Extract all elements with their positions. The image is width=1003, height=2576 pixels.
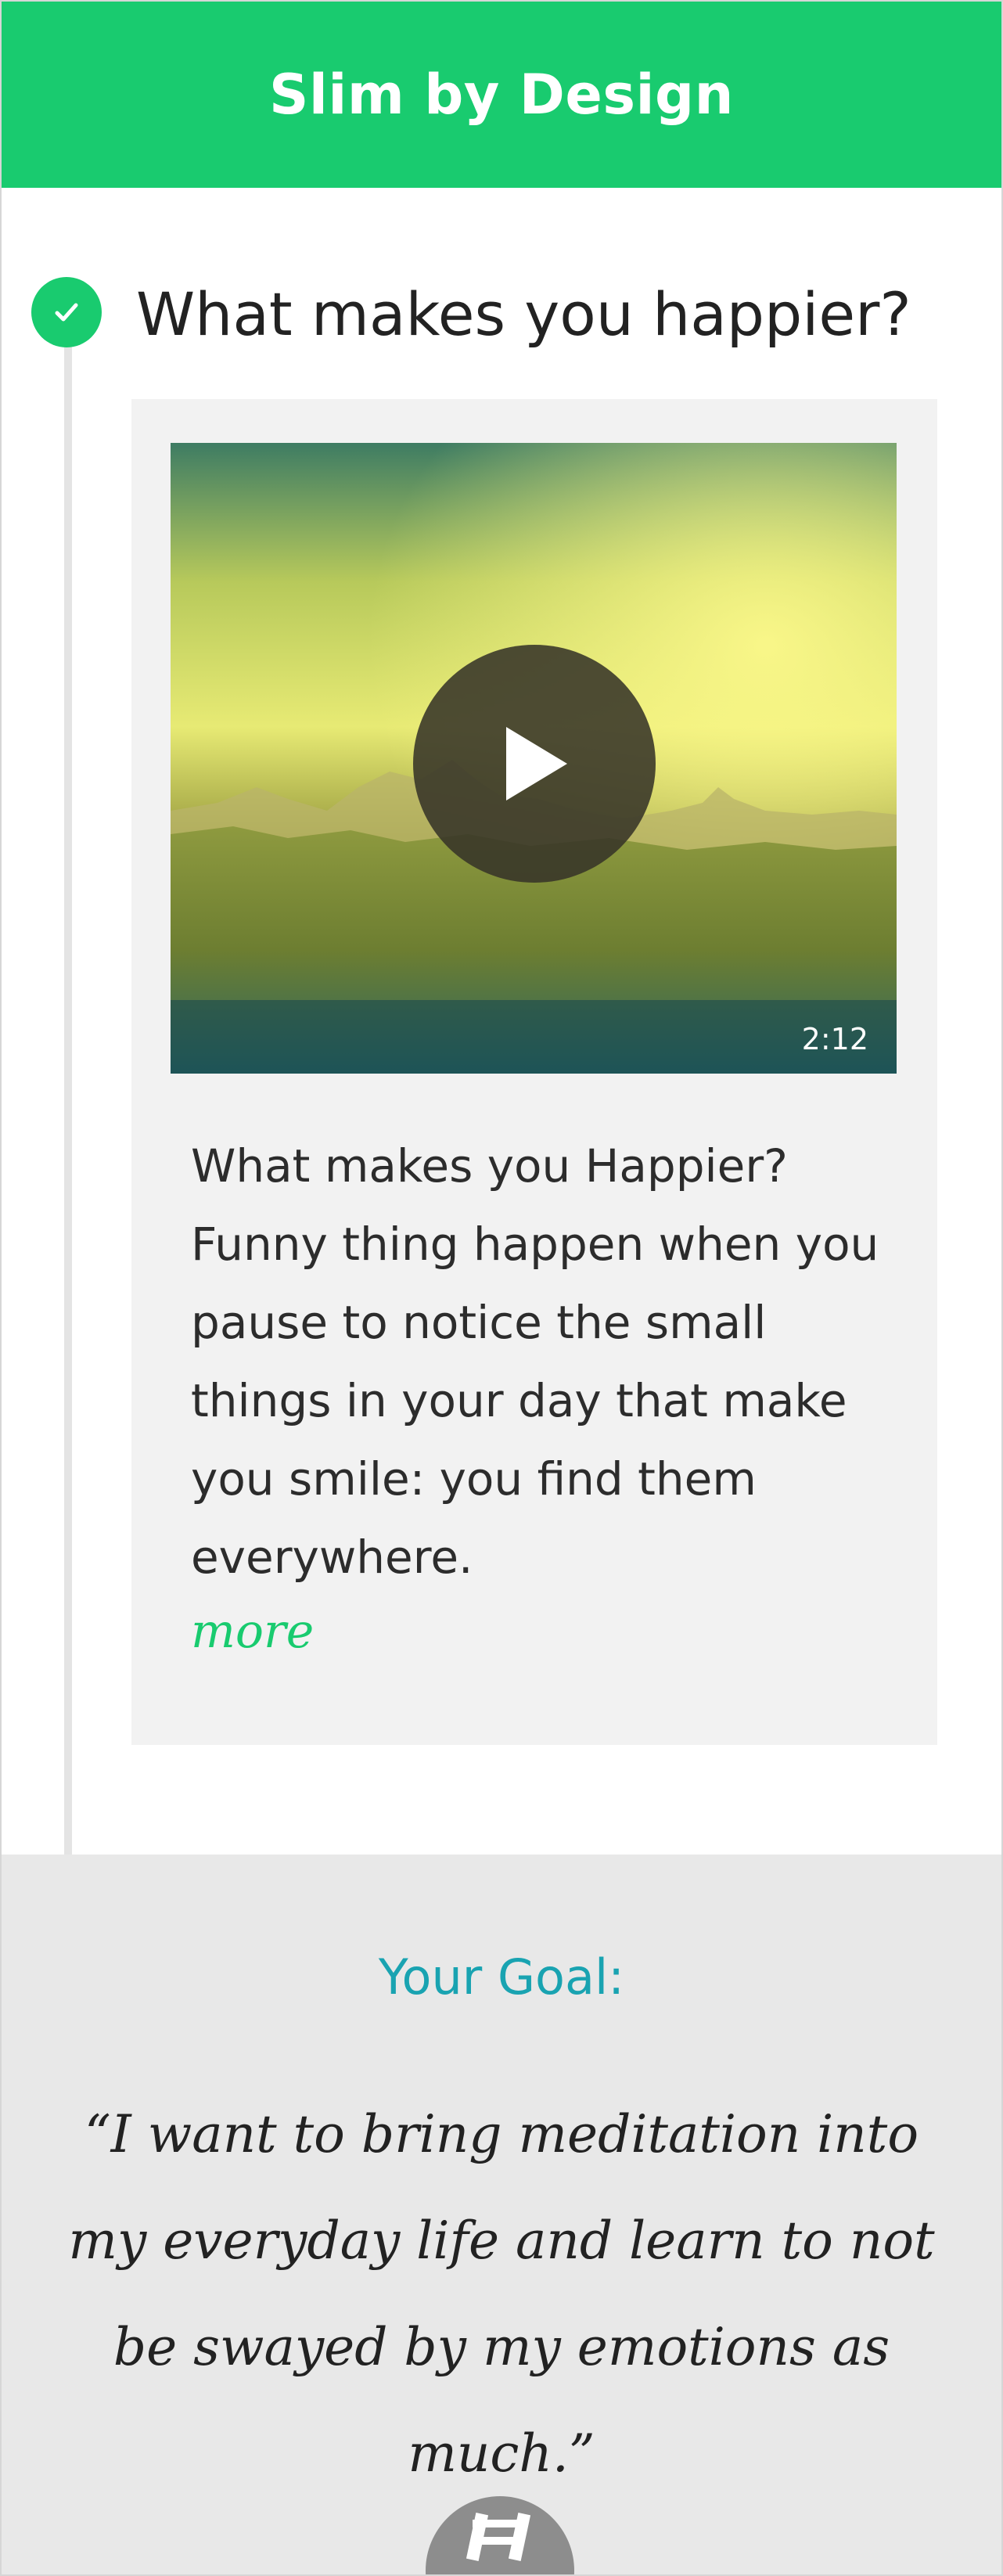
- app-header: Slim by Design: [2, 2, 1001, 188]
- play-button[interactable]: [413, 645, 656, 883]
- video-duration-bar: [171, 1000, 897, 1074]
- goal-section: Your Goal: “I want to bring meditation i…: [2, 1855, 1001, 2574]
- video-duration: 2:12: [801, 1022, 868, 1056]
- app-title: Slim by Design: [268, 63, 734, 127]
- play-icon: [506, 727, 567, 801]
- step-title: What makes you happier?: [136, 279, 911, 349]
- goal-label: Your Goal:: [378, 1948, 625, 2006]
- app-screen: Slim by Design What makes you happier? 2…: [0, 0, 1003, 2576]
- goal-quote: “I want to bring meditation into my ever…: [68, 2104, 935, 2484]
- timeline-line: [64, 315, 72, 1856]
- video-description: What makes you Happier? Funny thing happ…: [191, 1139, 879, 1584]
- check-icon: [31, 277, 102, 347]
- ladder-logo-icon: [426, 2496, 574, 2574]
- content-card: 2:12 What makes you Happier? Funny thing…: [131, 399, 937, 1745]
- more-link[interactable]: more: [191, 1604, 314, 1659]
- video-player[interactable]: 2:12: [171, 443, 897, 1074]
